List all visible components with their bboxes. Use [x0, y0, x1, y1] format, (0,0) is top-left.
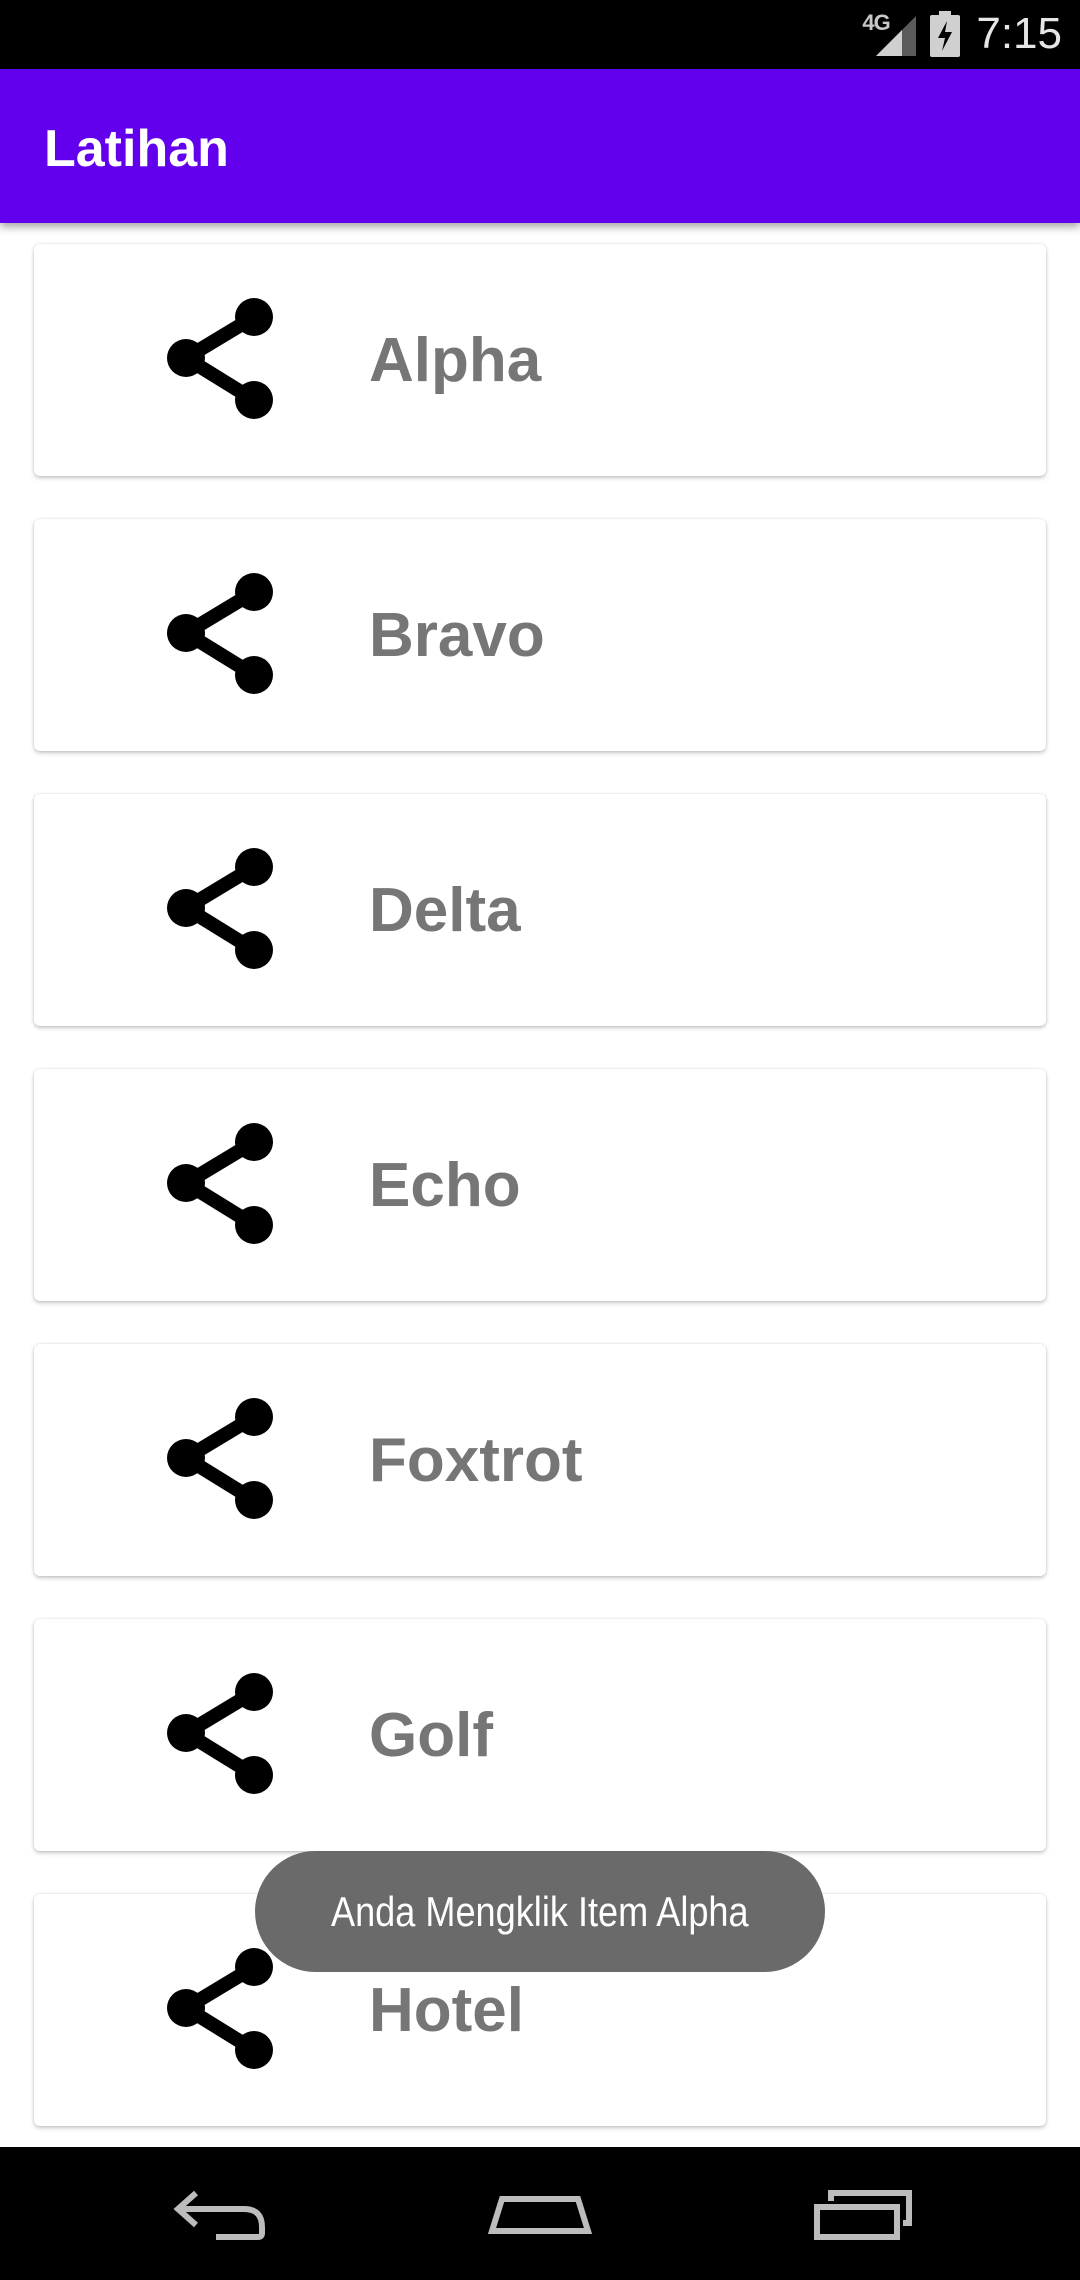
list-item-label: Hotel [369, 1976, 524, 2045]
navigation-bar [0, 2147, 1080, 2280]
list-item-bravo[interactable]: Bravo [34, 519, 1046, 751]
share-icon [167, 1123, 273, 1244]
app-bar: Latihan [0, 69, 1080, 223]
status-clock: 7:15 [976, 9, 1062, 58]
status-bar: 4G 7:15 [0, 0, 1080, 69]
share-icon [167, 848, 273, 969]
list-item-foxtrot[interactable]: Foxtrot [34, 1344, 1046, 1576]
share-icon [167, 573, 273, 694]
list-item-alpha[interactable]: Alpha [34, 244, 1046, 476]
list-item-golf[interactable]: Golf [34, 1619, 1046, 1851]
toast: Anda Mengklik Item Alpha [255, 1851, 825, 1972]
home-icon[interactable] [480, 2175, 600, 2255]
list-item-label: Golf [369, 1701, 493, 1770]
app-title: Latihan [44, 120, 229, 178]
list-item-label: Bravo [369, 601, 545, 670]
list-item-label: Echo [369, 1151, 521, 1220]
share-icon [167, 1398, 273, 1519]
back-icon[interactable] [160, 2175, 280, 2255]
recents-icon[interactable] [803, 2175, 923, 2255]
battery-charging-icon [930, 11, 961, 57]
list-item-delta[interactable]: Delta [34, 794, 1046, 1026]
share-icon [167, 1673, 273, 1794]
list-item-label: Delta [369, 876, 521, 945]
screen: 4G 7:15 Latihan Alpha Bravo Delta Echo F… [0, 0, 1080, 2280]
list-item-label: Alpha [369, 326, 542, 395]
toast-message: Anda Mengklik Item Alpha [331, 1887, 749, 1935]
status-icons: 4G 7:15 [862, 8, 1062, 60]
cellular-signal-icon: 4G [862, 10, 920, 58]
share-icon [167, 298, 273, 419]
list-item-echo[interactable]: Echo [34, 1069, 1046, 1301]
list-item-label: Foxtrot [369, 1426, 583, 1495]
share-icon [167, 1948, 273, 2069]
